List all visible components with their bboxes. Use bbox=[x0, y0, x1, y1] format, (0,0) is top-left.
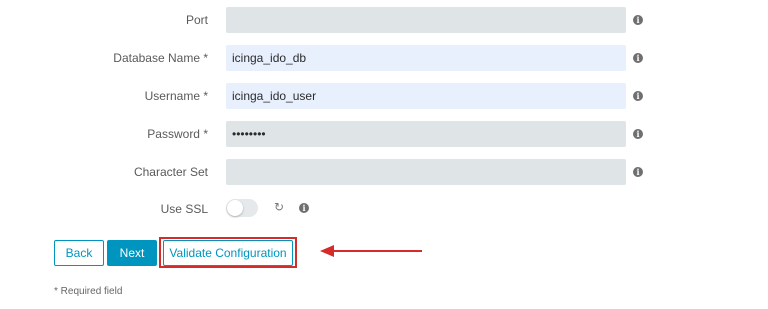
toggle-knob bbox=[227, 200, 243, 216]
database-name-label: Database Name * bbox=[113, 51, 208, 65]
use-ssl-label: Use SSL bbox=[160, 202, 208, 216]
info-icon[interactable]: i bbox=[299, 203, 309, 213]
info-icon[interactable]: i bbox=[633, 53, 643, 63]
port-row: Port i bbox=[0, 6, 768, 34]
username-row: Username * i bbox=[0, 82, 768, 110]
port-input[interactable] bbox=[226, 7, 626, 33]
password-label: Password * bbox=[147, 127, 208, 141]
back-button[interactable]: Back bbox=[54, 240, 104, 266]
info-icon[interactable]: i bbox=[633, 15, 643, 25]
database-name-row: Database Name * i bbox=[0, 44, 768, 72]
port-label: Port bbox=[185, 13, 208, 27]
required-field-note: * Required field bbox=[54, 286, 123, 297]
use-ssl-toggle[interactable] bbox=[226, 199, 258, 217]
annotation-arrow-icon bbox=[320, 245, 422, 257]
character-set-input[interactable] bbox=[226, 159, 626, 185]
password-row: Password * i bbox=[0, 120, 768, 148]
character-set-row: Character Set i bbox=[0, 158, 768, 186]
username-label: Username * bbox=[144, 89, 208, 103]
reset-icon[interactable]: ↻ bbox=[274, 201, 284, 213]
info-icon[interactable]: i bbox=[633, 91, 643, 101]
info-icon[interactable]: i bbox=[633, 167, 643, 177]
annotation-highlight-box bbox=[159, 237, 297, 268]
character-set-label: Character Set bbox=[133, 165, 208, 179]
next-button[interactable]: Next bbox=[107, 240, 157, 266]
username-input[interactable] bbox=[226, 83, 626, 109]
use-ssl-row: Use SSL ↻ i bbox=[0, 199, 768, 219]
password-input[interactable] bbox=[226, 121, 626, 147]
info-icon[interactable]: i bbox=[633, 129, 643, 139]
database-name-input[interactable] bbox=[226, 45, 626, 71]
